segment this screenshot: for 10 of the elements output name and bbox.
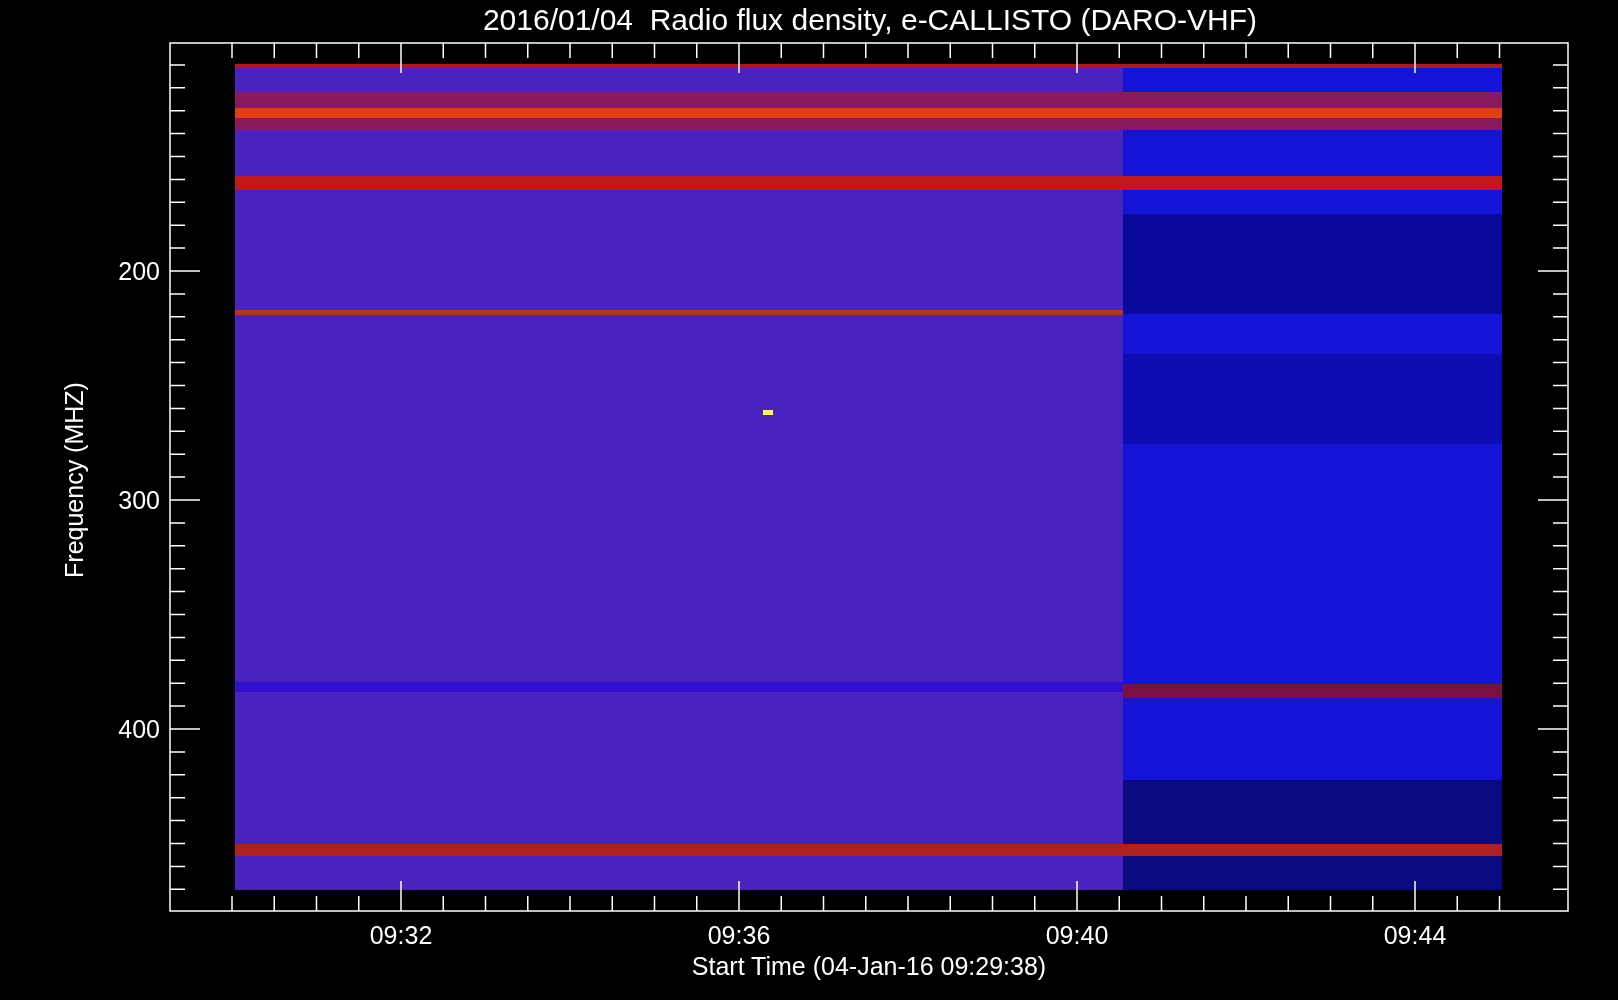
chart-title: 2016/01/04 Radio flux density, e-CALLISTO (DARO-VHF) bbox=[482, 3, 1258, 36]
y-tick-label: 200 bbox=[118, 257, 160, 285]
x-axis-label: Start Time (04-Jan-16 09:29:38) bbox=[691, 952, 1047, 980]
x-tick-label: 09:32 bbox=[369, 921, 433, 949]
y-tick-label: 400 bbox=[118, 715, 160, 743]
x-tick-label: 09:44 bbox=[1383, 921, 1447, 949]
y-tick-label: 300 bbox=[118, 486, 160, 514]
y-axis-label: Frequency (MHZ) bbox=[60, 382, 88, 578]
x-tick-label: 09:36 bbox=[707, 921, 771, 949]
x-tick-label: 09:40 bbox=[1045, 921, 1109, 949]
